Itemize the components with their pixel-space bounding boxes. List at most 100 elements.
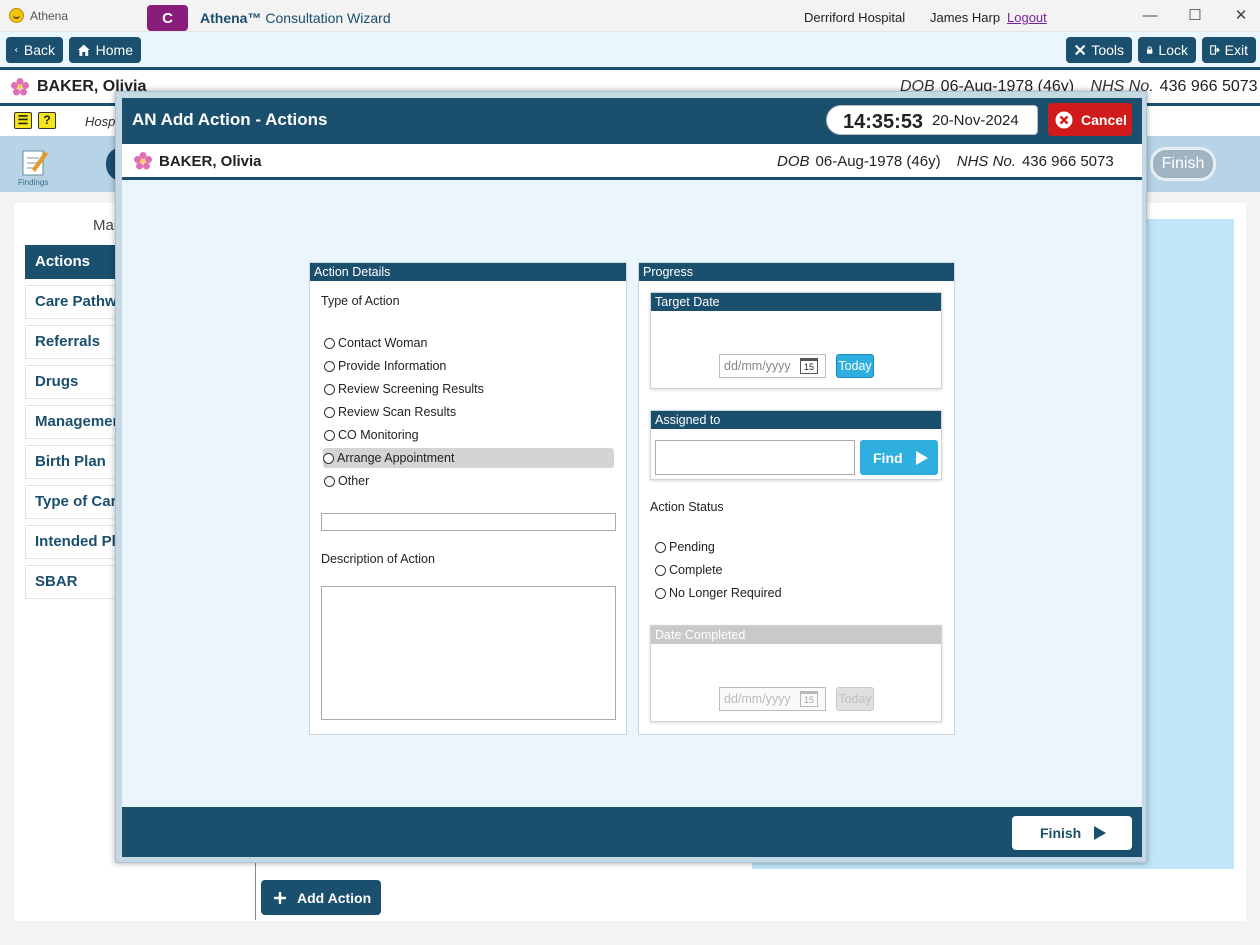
- target-today-button[interactable]: Today: [836, 354, 874, 378]
- alert-list-icon[interactable]: ☰: [14, 112, 32, 129]
- description-textarea[interactable]: [321, 586, 616, 720]
- findings-label: Findings: [18, 178, 49, 187]
- radio-circle: [655, 541, 666, 553]
- minimize-button[interactable]: —: [1138, 6, 1162, 26]
- clock-date: 20-Nov-2024: [932, 112, 1019, 129]
- window-title: Athena: [30, 9, 69, 23]
- description-label: Description of Action: [321, 552, 435, 566]
- type-of-action-label: Type of Action: [321, 294, 400, 308]
- radio-label: Contact Woman: [338, 336, 428, 350]
- finish-button[interactable]: Finish: [1012, 816, 1132, 850]
- radio-label: Review Scan Results: [338, 405, 457, 419]
- home-button[interactable]: Home: [69, 37, 141, 63]
- radio-circle: [324, 383, 335, 395]
- action-status-label: Action Status: [650, 500, 724, 514]
- hospital-info-text: Hospi: [85, 114, 119, 129]
- lock-button[interactable]: Lock: [1138, 37, 1196, 63]
- clock-display: 14:35:53 20-Nov-2024: [826, 105, 1038, 135]
- radio-other[interactable]: Other: [324, 471, 614, 491]
- radio-no-longer-required[interactable]: No Longer Required: [655, 583, 855, 603]
- radio-co-monitoring[interactable]: CO Monitoring: [324, 425, 614, 445]
- chevron-left-icon: [14, 47, 18, 53]
- radio-circle: [324, 360, 335, 372]
- hospital-name: Derriford Hospital: [804, 10, 906, 25]
- help-question-icon[interactable]: ?: [38, 112, 56, 129]
- nav-sbar[interactable]: SBAR: [25, 565, 125, 599]
- radio-arrange-appointment[interactable]: Arrange Appointment: [323, 448, 614, 468]
- completed-today-button[interactable]: Today: [836, 687, 874, 711]
- flower-icon: [134, 152, 152, 170]
- consultation-badge-button[interactable]: C: [147, 5, 188, 31]
- radio-label: Provide Information: [338, 359, 447, 373]
- play-arrow-icon: [1094, 826, 1107, 840]
- close-window-button[interactable]: ✕: [1229, 6, 1253, 26]
- radio-circle: [324, 406, 335, 418]
- nav-intended-place[interactable]: Intended Place: [25, 525, 125, 559]
- add-action-button[interactable]: Add Action: [261, 880, 381, 915]
- nav-referrals[interactable]: Referrals: [25, 325, 125, 359]
- home-label: Home: [95, 42, 133, 58]
- radio-circle: [655, 564, 666, 576]
- nav-management[interactable]: Management: [25, 405, 125, 439]
- radio-circle: [323, 452, 334, 464]
- progress-header: Progress: [639, 263, 954, 281]
- close-circle-icon: [1055, 111, 1073, 128]
- back-label: Back: [23, 42, 55, 58]
- background-divider: [255, 860, 256, 920]
- nhs-value: 436 966 5073: [1021, 153, 1114, 170]
- nav-drugs[interactable]: Drugs: [25, 365, 125, 399]
- modal-patient-name: BAKER, Olivia: [159, 153, 262, 170]
- radio-label: Review Screening Results: [338, 382, 484, 396]
- radio-label: Arrange Appointment: [337, 451, 455, 465]
- radio-circle: [655, 587, 666, 599]
- calendar-icon[interactable]: 15: [800, 691, 818, 707]
- find-button[interactable]: Find: [860, 440, 938, 475]
- background-heading: Mai: [93, 217, 118, 234]
- tools-label: Tools: [1091, 42, 1124, 58]
- app-subtitle: Consultation Wizard: [265, 10, 391, 26]
- exit-button[interactable]: Exit: [1202, 37, 1256, 63]
- radio-label: Complete: [669, 563, 723, 577]
- tools-icon: [1075, 44, 1086, 56]
- nav-birth-plan[interactable]: Birth Plan: [25, 445, 125, 479]
- radio-pending[interactable]: Pending: [655, 537, 855, 557]
- dob-value: 06-Aug-1978 (46y): [815, 153, 941, 170]
- calendar-icon[interactable]: 15: [800, 358, 818, 374]
- cancel-button[interactable]: Cancel: [1048, 103, 1132, 136]
- assigned-to-input[interactable]: [655, 440, 855, 475]
- radio-label: CO Monitoring: [338, 428, 419, 442]
- window-titlebar: Athena — ☐ ✕: [0, 0, 1260, 32]
- radio-circle: [324, 429, 335, 441]
- add-action-label: Add Action: [297, 889, 372, 906]
- maximize-button[interactable]: ☐: [1183, 6, 1207, 26]
- radio-provide-information[interactable]: Provide Information: [324, 356, 614, 376]
- home-icon: [77, 44, 90, 56]
- modal-title: AN Add Action - Actions: [132, 110, 328, 129]
- radio-label: Pending: [669, 540, 715, 554]
- exit-icon: [1210, 45, 1220, 55]
- radio-label: Other: [338, 474, 370, 488]
- athena-logo-icon: [9, 8, 24, 23]
- other-action-input[interactable]: [321, 513, 616, 531]
- logout-link[interactable]: Logout: [1007, 10, 1047, 25]
- target-date-header: Target Date: [651, 293, 941, 311]
- modal-patient-dob-nhs: DOB 06-Aug-1978 (46y) NHS No. 436 966 5073: [777, 153, 1114, 170]
- background-finish-button[interactable]: Finish: [1150, 147, 1216, 181]
- radio-review-screening-results[interactable]: Review Screening Results: [324, 379, 614, 399]
- radio-contact-woman[interactable]: Contact Woman: [324, 333, 614, 353]
- radio-complete[interactable]: Complete: [655, 560, 855, 580]
- date-completed-header: Date Completed: [651, 626, 941, 644]
- radio-circle: [324, 337, 335, 349]
- nav-care-pathway[interactable]: Care Pathway: [25, 285, 125, 319]
- lock-icon: [1147, 46, 1153, 54]
- app-title: Athena™ Consultation Wizard: [200, 10, 391, 26]
- findings-icon[interactable]: [18, 145, 50, 179]
- tools-button[interactable]: Tools: [1066, 37, 1132, 63]
- radio-review-scan-results[interactable]: Review Scan Results: [324, 402, 614, 422]
- back-button[interactable]: Back: [6, 37, 63, 63]
- finish-label: Finish: [1040, 825, 1082, 841]
- exit-label: Exit: [1224, 42, 1248, 58]
- nav-actions[interactable]: Actions: [25, 245, 125, 279]
- cancel-label: Cancel: [1081, 111, 1127, 128]
- nav-type-of-care[interactable]: Type of Care: [25, 485, 125, 519]
